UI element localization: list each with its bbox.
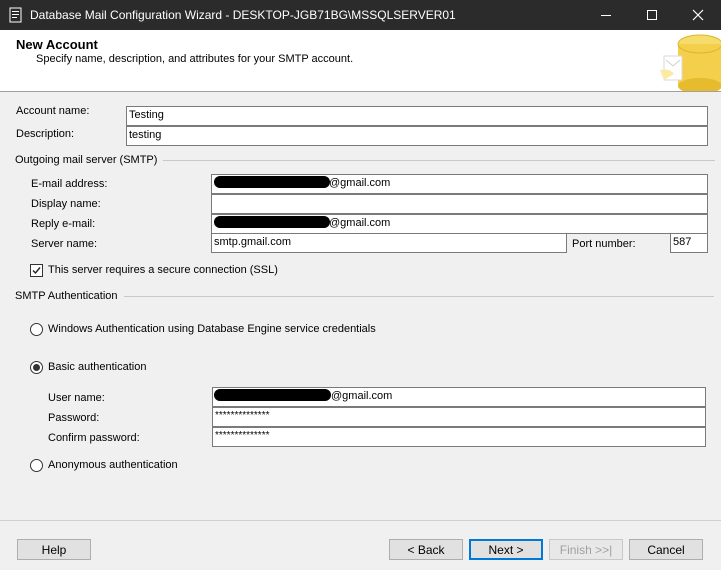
ssl-label[interactable]: This server requires a secure connection… (48, 264, 278, 276)
divider (123, 295, 714, 297)
port-number-label: Port number: (572, 238, 636, 250)
windows-auth-label[interactable]: Windows Authentication using Database En… (48, 323, 376, 335)
maximize-icon[interactable] (629, 0, 675, 30)
redaction-mark (214, 389, 331, 401)
account-name-label: Account name: (16, 105, 90, 117)
footer-divider (0, 520, 721, 521)
server-name-input[interactable]: smtp.gmail.com (211, 233, 567, 253)
minimize-icon[interactable] (583, 0, 629, 30)
confirm-password-label: Confirm password: (48, 432, 140, 444)
display-name-label: Display name: (31, 198, 101, 210)
smtp-group-label: Outgoing mail server (SMTP) (15, 154, 158, 166)
redaction-mark (214, 176, 330, 188)
window-title: Database Mail Configuration Wizard - DES… (30, 8, 456, 22)
anonymous-auth-radio[interactable] (30, 459, 43, 472)
port-number-input[interactable]: 587 (670, 233, 708, 253)
windows-auth-radio[interactable] (30, 323, 43, 336)
ssl-checkbox[interactable] (30, 264, 43, 277)
page-subtitle: Specify name, description, and attribute… (36, 53, 354, 65)
finish-button[interactable]: Finish >>| (549, 539, 623, 560)
database-mail-icon (660, 30, 721, 91)
basic-auth-label[interactable]: Basic authentication (48, 361, 146, 373)
wizard-header: New Account Specify name, description, a… (0, 30, 721, 92)
basic-auth-radio[interactable] (30, 361, 43, 374)
user-name-label: User name: (48, 392, 105, 404)
divider (163, 159, 716, 161)
display-name-input[interactable] (211, 194, 708, 214)
password-label: Password: (48, 412, 100, 424)
cancel-button[interactable]: Cancel (629, 539, 703, 560)
account-form: Account name: Testing Description: testi… (1, 92, 720, 520)
description-input[interactable]: testing (126, 126, 708, 146)
description-label: Description: (16, 128, 75, 140)
title-bar[interactable]: Database Mail Configuration Wizard - DES… (0, 0, 721, 30)
anonymous-auth-label[interactable]: Anonymous authentication (48, 459, 178, 471)
smtp-auth-group-header: SMTP Authentication (15, 290, 714, 302)
account-name-input[interactable]: Testing (126, 106, 708, 126)
reply-email-label: Reply e-mail: (31, 218, 96, 230)
close-icon[interactable] (675, 0, 721, 30)
next-button[interactable]: Next > (469, 539, 543, 560)
help-button[interactable]: Help (17, 539, 91, 560)
password-input[interactable]: ************** (212, 407, 706, 427)
server-name-label: Server name: (31, 238, 98, 250)
confirm-password-input[interactable]: ************** (212, 427, 706, 447)
smtp-auth-group-label: SMTP Authentication (15, 290, 118, 302)
back-button[interactable]: < Back (389, 539, 463, 560)
app-icon (8, 7, 24, 23)
redaction-mark (214, 216, 330, 228)
page-title: New Account (16, 37, 98, 52)
smtp-group-header: Outgoing mail server (SMTP) (15, 154, 716, 166)
radio-selected-dot (33, 364, 40, 371)
email-label: E-mail address: (31, 178, 108, 190)
